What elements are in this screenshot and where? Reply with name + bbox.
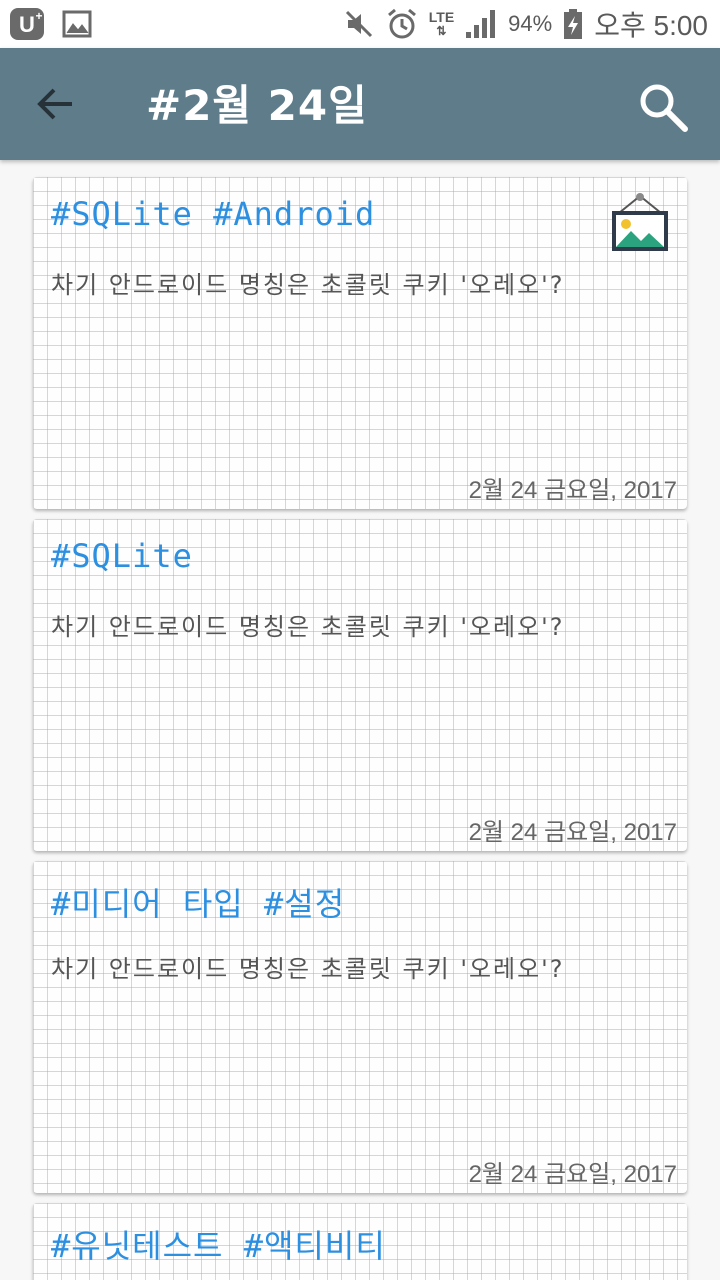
svg-text:U: U [19, 12, 35, 37]
status-time: 오후 5:00 [594, 10, 708, 41]
app-bar: #2월 24일 [0, 48, 720, 160]
page-title: #2월 24일 [146, 81, 368, 130]
note-tags: #미디어 타입 #설정 [51, 885, 346, 923]
note-card[interactable]: #유닛테스트 #액티비티 [33, 1203, 687, 1280]
search-button[interactable] [636, 80, 690, 134]
note-list: #SQLite #Android 차기 안드로이드 명칭은 초콜릿 쿠키 '오레… [0, 160, 720, 1280]
note-tags: #유닛테스트 #액티비티 [51, 1227, 386, 1265]
note-date: 2월 24 금요일, 2017 [468, 1161, 677, 1188]
svg-text:+: + [35, 9, 42, 23]
battery-percent: 94% [508, 11, 553, 36]
search-icon [640, 84, 688, 132]
arrow-left-icon [37, 88, 72, 120]
note-date: 2월 24 금요일, 2017 [468, 819, 677, 846]
carrier-logo-icon: U + [10, 8, 44, 40]
back-button[interactable] [30, 82, 80, 126]
note-body: 차기 안드로이드 명칭은 초콜릿 쿠키 '오레오'? [51, 613, 565, 641]
mute-icon [345, 10, 372, 38]
network-type-indicator: LTE ⇅ [428, 9, 455, 38]
gallery-notification-icon [62, 10, 92, 38]
note-date: 2월 24 금요일, 2017 [468, 477, 677, 504]
signal-strength-icon [466, 10, 496, 38]
battery-charging-icon [564, 9, 583, 39]
status-bar: U + LTE ⇅ 94% 오후 5:00 [0, 0, 720, 48]
alarm-icon [387, 8, 416, 39]
note-card[interactable]: #미디어 타입 #설정 차기 안드로이드 명칭은 초콜릿 쿠키 '오레오'? 2… [33, 861, 687, 1193]
note-card[interactable]: #SQLite #Android 차기 안드로이드 명칭은 초콜릿 쿠키 '오레… [33, 177, 687, 509]
note-tags: #SQLite #Android [51, 195, 376, 233]
note-card[interactable]: #SQLite 차기 안드로이드 명칭은 초콜릿 쿠키 '오레오'? 2월 24… [33, 519, 687, 851]
note-body: 차기 안드로이드 명칭은 초콜릿 쿠키 '오레오'? [51, 271, 565, 299]
image-attachment-icon [612, 193, 668, 251]
note-tags: #SQLite [51, 537, 193, 575]
note-body: 차기 안드로이드 명칭은 초콜릿 쿠키 '오레오'? [51, 955, 565, 983]
